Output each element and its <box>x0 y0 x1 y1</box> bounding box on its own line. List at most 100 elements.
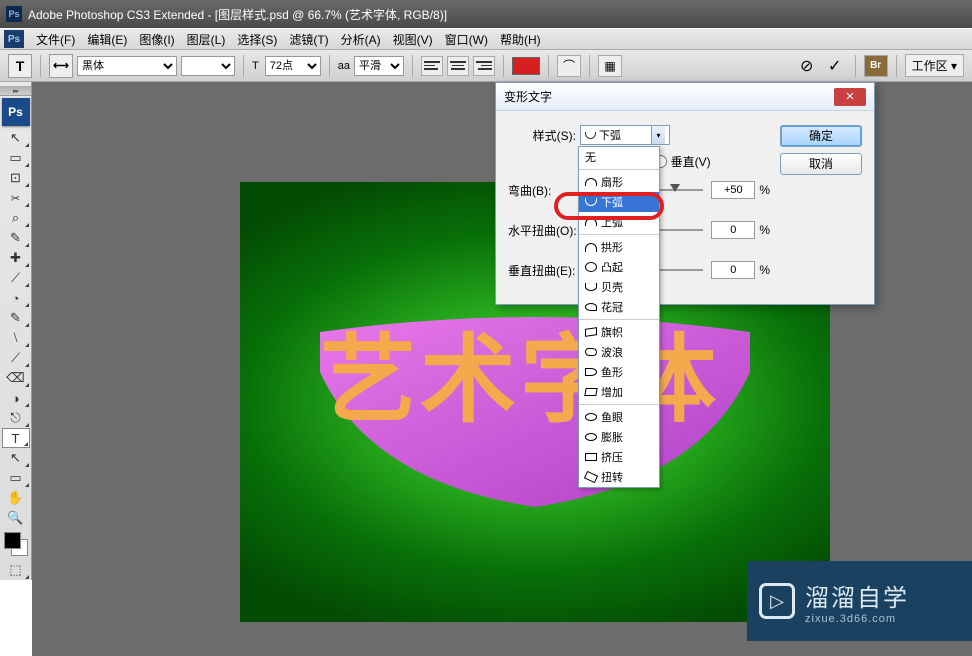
menu-file[interactable]: 文件(F) <box>30 31 81 48</box>
eyedropper-tool[interactable]: ✎ <box>2 228 30 248</box>
style-shell-lower[interactable]: 贝壳 <box>579 277 659 297</box>
style-twist[interactable]: 扭转 <box>579 467 659 487</box>
bulge-icon <box>585 262 597 272</box>
align-left-button[interactable] <box>421 56 443 76</box>
ok-button[interactable]: 确定 <box>780 125 862 147</box>
vdist-input[interactable] <box>711 261 755 279</box>
path-select-tool[interactable]: ↖ <box>2 448 30 468</box>
type-tool[interactable]: T <box>2 428 30 448</box>
style-select[interactable]: 下弧 ▾ <box>580 125 670 145</box>
watermark-sub: zixue.3d66.com <box>805 613 909 625</box>
marquee-tool[interactable]: ▭ <box>2 148 30 168</box>
style-none[interactable]: 无 <box>579 147 659 167</box>
dodge-tool[interactable]: ◑ <box>2 388 30 408</box>
app-icon: Ps <box>6 6 22 22</box>
text-color-swatch[interactable] <box>512 57 540 75</box>
zoom-tool[interactable]: 🔍 <box>2 508 30 528</box>
style-wave[interactable]: 波浪 <box>579 342 659 362</box>
title-text: Adobe Photoshop CS3 Extended - [图层样式.psd… <box>28 6 447 23</box>
style-inflate[interactable]: 膨胀 <box>579 427 659 447</box>
stamp-tool[interactable]: ◔ <box>2 288 30 308</box>
watermark-logo: ▷ <box>759 583 795 619</box>
cancel-button[interactable]: 取消 <box>780 153 862 175</box>
character-panel-button[interactable]: ▦ <box>598 55 622 77</box>
menu-select[interactable]: 选择(S) <box>231 31 283 48</box>
bridge-button[interactable]: Br <box>864 55 888 77</box>
hand-tool[interactable]: ✋ <box>2 488 30 508</box>
style-rise[interactable]: 增加 <box>579 382 659 402</box>
flower-icon <box>585 303 597 311</box>
font-style-select[interactable] <box>181 56 235 76</box>
antialias-select[interactable]: 平滑 <box>354 56 404 76</box>
pen-tool[interactable]: ⎋ <box>2 408 30 428</box>
workspace-menu[interactable]: 工作区 ▾ <box>905 54 964 77</box>
warp-text-button[interactable]: ⌒ <box>557 55 581 77</box>
arc-icon <box>585 178 597 186</box>
hdist-input[interactable] <box>711 221 755 239</box>
chevron-down-icon: ▾ <box>651 126 665 144</box>
lasso-tool[interactable]: ⊡ <box>2 168 30 188</box>
style-squeeze[interactable]: 挤压 <box>579 447 659 467</box>
font-size-select[interactable]: 72点 <box>265 56 321 76</box>
warp-text-dialog: 变形文字 ✕ 样式(S): 下弧 ▾ 水平(H) 垂直(V) 弯曲(B): % <box>495 82 875 305</box>
menu-layer[interactable]: 图层(L) <box>181 31 232 48</box>
eraser-tool[interactable]: ⧵ <box>2 328 30 348</box>
style-shell-upper[interactable]: 花冠 <box>579 297 659 317</box>
crop-tool[interactable]: ⌕ <box>2 208 30 228</box>
commit-icon[interactable]: ✓ <box>823 55 847 77</box>
text-orientation-button[interactable]: ⟷ <box>49 54 73 78</box>
menu-edit[interactable]: 编辑(E) <box>81 31 133 48</box>
bend-input[interactable] <box>711 181 755 199</box>
quick-select-tool[interactable]: ✂ <box>2 188 30 208</box>
menu-analysis[interactable]: 分析(A) <box>335 31 387 48</box>
menu-view[interactable]: 视图(V) <box>387 31 439 48</box>
menu-help[interactable]: 帮助(H) <box>494 31 547 48</box>
toolbox: Ps ↖ ▭ ⊡ ✂ ⌕ ✎ ✚ ⟋ ◔ ✎ ⧵ ⟋ ⌫ ◑ ⎋ T ↖ ▭ ✋… <box>0 82 32 580</box>
menu-filter[interactable]: 滤镜(T) <box>283 31 334 48</box>
style-arc-upper[interactable]: 上弧 <box>579 212 659 232</box>
gradient-tool[interactable]: ⟋ <box>2 348 30 368</box>
color-swatches[interactable] <box>2 530 30 558</box>
style-fisheye[interactable]: 鱼眼 <box>579 407 659 427</box>
align-right-button[interactable] <box>473 56 495 76</box>
shape-tool[interactable]: ▭ <box>2 468 30 488</box>
style-arc-lower[interactable]: 下弧 <box>579 192 659 212</box>
menu-image[interactable]: 图像(I) <box>133 31 180 48</box>
arc-lower-icon <box>585 198 597 206</box>
arc-lower-icon <box>585 132 596 139</box>
wave-icon <box>585 348 597 357</box>
font-family-select[interactable]: 黑体 <box>77 56 177 76</box>
aa-label: aa <box>338 60 350 72</box>
screen-mode[interactable]: ⬚ <box>2 560 30 580</box>
cancel-icon[interactable]: ⊘ <box>795 55 819 77</box>
pct: % <box>759 183 770 197</box>
inflate-icon <box>585 433 597 441</box>
style-bulge[interactable]: 凸起 <box>579 257 659 277</box>
watermark: ▷ 溜溜自学 zixue.3d66.com <box>747 561 972 641</box>
history-brush-tool[interactable]: ✎ <box>2 308 30 328</box>
shell-icon <box>585 283 597 291</box>
blur-tool[interactable]: ⌫ <box>2 368 30 388</box>
flag-icon <box>585 327 597 337</box>
style-arch[interactable]: 拱形 <box>579 237 659 257</box>
menu-window[interactable]: 窗口(W) <box>439 31 494 48</box>
brush-tool[interactable]: ⟋ <box>2 268 30 288</box>
size-icon: T <box>252 60 261 72</box>
ps-logo: Ps <box>2 98 30 126</box>
arc-upper-icon <box>585 218 597 226</box>
type-tool-icon: T <box>8 54 32 78</box>
dialog-close-button[interactable]: ✕ <box>834 88 866 106</box>
style-flag[interactable]: 旗帜 <box>579 322 659 342</box>
align-center-button[interactable] <box>447 56 469 76</box>
healing-tool[interactable]: ✚ <box>2 248 30 268</box>
toolbox-handle[interactable] <box>0 86 31 96</box>
vdist-label: 垂直扭曲(E): <box>508 262 584 279</box>
style-fish[interactable]: 鱼形 <box>579 362 659 382</box>
dialog-title: 变形文字 <box>504 88 552 105</box>
canvas-text: 艺术字体 <box>320 302 720 441</box>
style-arc[interactable]: 扇形 <box>579 172 659 192</box>
radio-vertical[interactable]: 垂直(V) <box>654 153 711 170</box>
bend-label: 弯曲(B): <box>508 182 584 199</box>
move-tool[interactable]: ↖ <box>2 128 30 148</box>
style-label: 样式(S): <box>508 127 580 144</box>
